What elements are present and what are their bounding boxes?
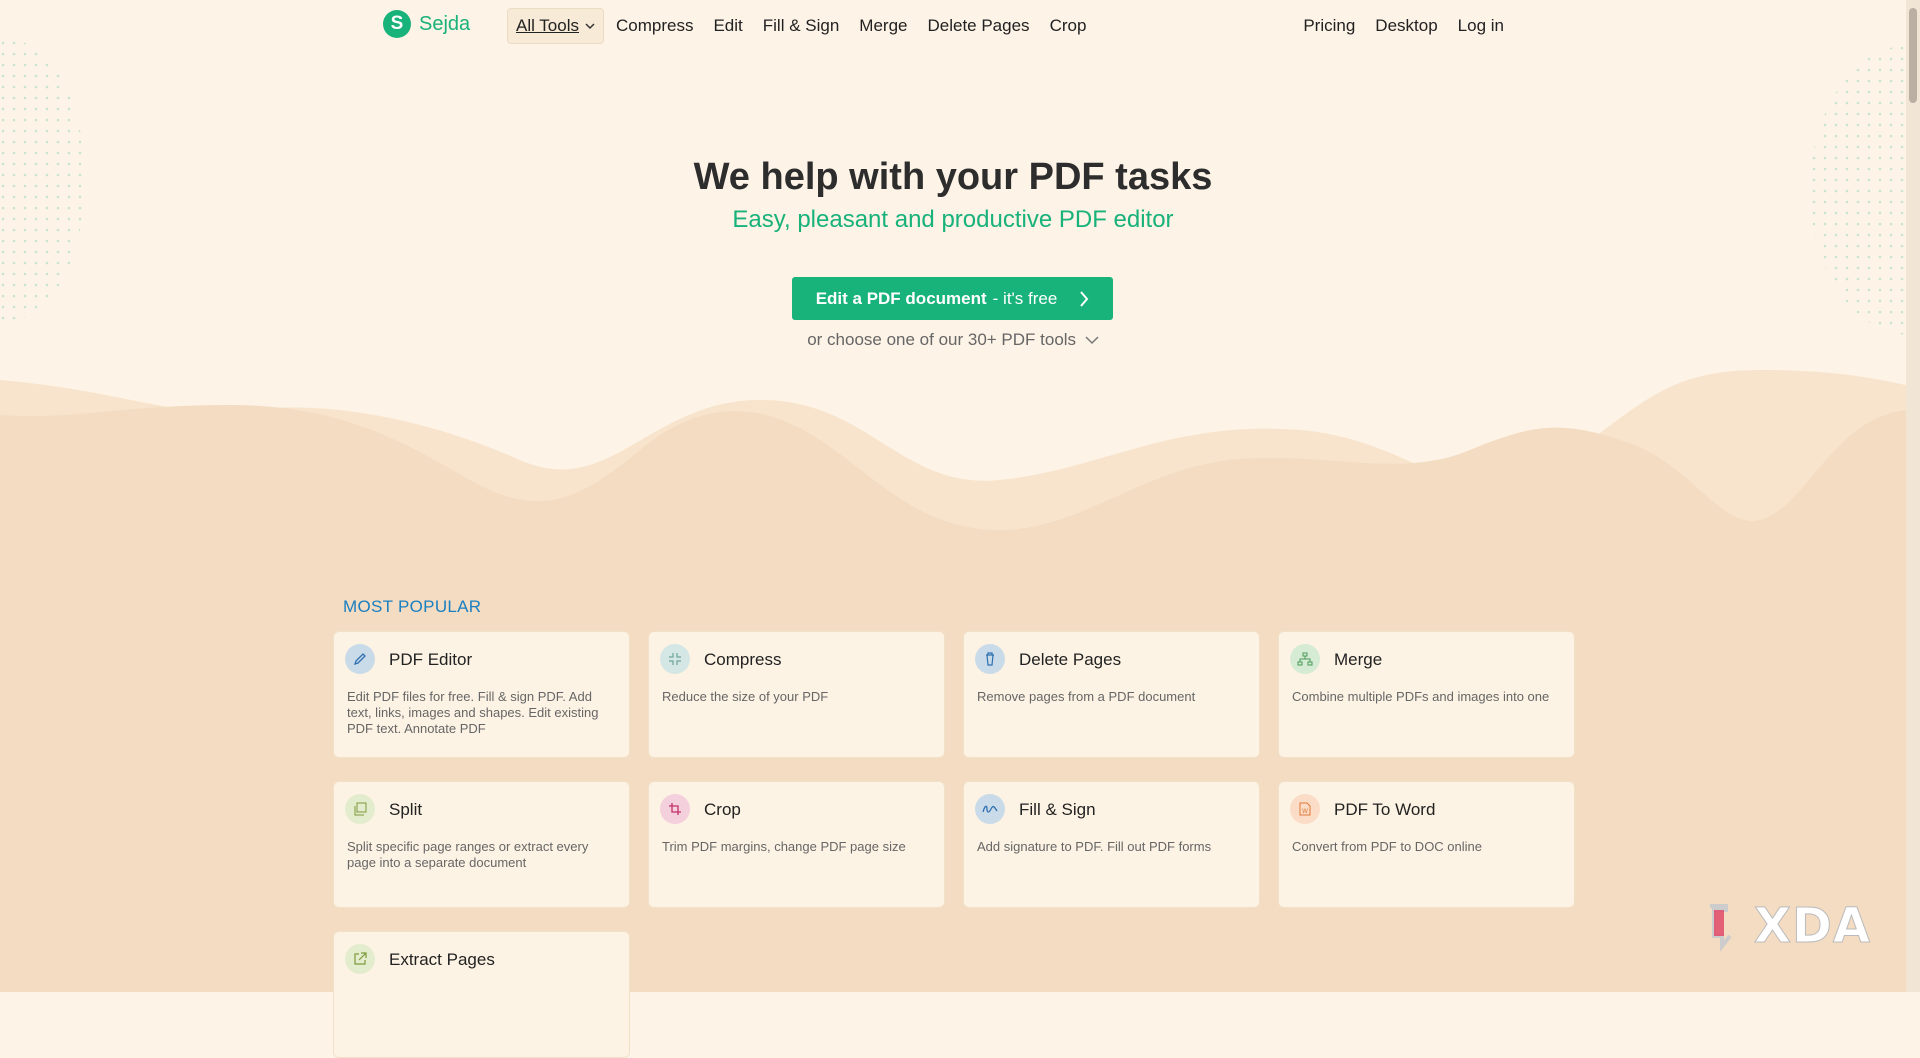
tool-card-crop[interactable]: Crop Trim PDF margins, change PDF page s…: [648, 781, 945, 908]
card-desc: Convert from PDF to DOC online: [1292, 839, 1483, 854]
nav-desktop[interactable]: Desktop: [1365, 8, 1447, 44]
background-waves: [0, 370, 1906, 992]
card-title: Extract Pages: [389, 950, 495, 969]
card-desc: Edit PDF files for free. Fill & sign PDF…: [347, 689, 599, 736]
trash-icon: [975, 644, 1005, 674]
hero-subtitle: Easy, pleasant and productive PDF editor: [732, 206, 1174, 233]
card-desc: Split specific page ranges or extract ev…: [347, 839, 589, 870]
tool-card-extract-pages[interactable]: Extract Pages: [333, 931, 630, 1058]
nav-pricing[interactable]: Pricing: [1293, 8, 1365, 44]
card-desc: Add signature to PDF. Fill out PDF forms: [977, 839, 1212, 854]
extract-icon: [345, 944, 375, 974]
top-header: S Sejda All Tools Compress Edit Fill & S…: [0, 0, 1906, 50]
tool-card-pdf-editor[interactable]: PDF Editor Edit PDF files for free. Fill…: [333, 631, 630, 758]
nav-fill-sign[interactable]: Fill & Sign: [753, 8, 850, 44]
xda-watermark: XDA: [1706, 898, 1871, 955]
scrollbar-thumb[interactable]: [1909, 8, 1917, 103]
compress-icon: [660, 644, 690, 674]
chevron-down-icon: [585, 22, 595, 29]
nav-all-tools-label: All Tools: [516, 16, 579, 35]
nav-all-tools[interactable]: All Tools: [507, 8, 604, 44]
choose-tools-link[interactable]: or choose one of our 30+ PDF tools: [0, 330, 1906, 350]
tool-card-fill-sign[interactable]: Fill & Sign Add signature to PDF. Fill o…: [963, 781, 1260, 908]
card-title: Compress: [704, 650, 782, 669]
most-popular-heading: MOST POPULAR: [343, 597, 482, 616]
tool-card-delete-pages[interactable]: Delete Pages Remove pages from a PDF doc…: [963, 631, 1260, 758]
tool-card-split[interactable]: Split Split specific page ranges or extr…: [333, 781, 630, 908]
tool-card-pdf-to-word[interactable]: W PDF To Word Convert from PDF to DOC on…: [1278, 781, 1575, 908]
nav-login[interactable]: Log in: [1448, 8, 1514, 44]
card-title: PDF To Word: [1334, 800, 1436, 819]
nav-edit[interactable]: Edit: [703, 8, 752, 44]
card-title: Fill & Sign: [1019, 800, 1096, 819]
split-icon: [345, 794, 375, 824]
card-desc: Combine multiple PDFs and images into on…: [1292, 689, 1550, 704]
chevron-right-icon: [1080, 290, 1089, 307]
card-title: Merge: [1334, 650, 1383, 669]
nav-merge[interactable]: Merge: [849, 8, 917, 44]
hero-title: We help with your PDF tasks: [693, 156, 1213, 198]
nav-crop[interactable]: Crop: [1040, 8, 1097, 44]
xda-text: XDA: [1754, 898, 1871, 955]
svg-text:W: W: [1302, 808, 1308, 815]
chevron-down-icon: [1085, 336, 1099, 345]
logo-mark-icon: S: [383, 10, 411, 38]
word-doc-icon: W: [1290, 794, 1320, 824]
edit-pdf-cta-button[interactable]: Edit a PDF document - it's free: [792, 277, 1113, 320]
cta-rest-label: - it's free: [992, 288, 1058, 308]
card-title: Crop: [704, 800, 741, 819]
nav-compress[interactable]: Compress: [606, 8, 703, 44]
sejda-logo[interactable]: S Sejda: [383, 10, 470, 38]
card-desc: Remove pages from a PDF document: [977, 689, 1196, 704]
card-desc: Reduce the size of your PDF: [662, 689, 829, 704]
main-nav: All Tools Compress Edit Fill & Sign Merg…: [507, 8, 1096, 44]
card-title: Delete Pages: [1019, 650, 1122, 669]
tool-card-compress[interactable]: Compress Reduce the size of your PDF: [648, 631, 945, 758]
page-scrollbar[interactable]: [1906, 0, 1920, 992]
cta-bold-label: Edit a PDF document: [815, 288, 987, 308]
tool-card-merge[interactable]: Merge Combine multiple PDFs and images i…: [1278, 631, 1575, 758]
nav-delete-pages[interactable]: Delete Pages: [917, 8, 1039, 44]
pencil-icon: [345, 644, 375, 674]
xda-logo-icon: [1710, 904, 1732, 952]
signature-icon: [975, 794, 1005, 824]
logo-text: Sejda: [419, 12, 471, 35]
nav-right: Pricing Desktop Log in: [1293, 8, 1514, 44]
merge-icon: [1290, 644, 1320, 674]
card-title: Split: [389, 800, 423, 819]
card-title: PDF Editor: [389, 650, 473, 669]
crop-icon: [660, 794, 690, 824]
card-desc: Trim PDF margins, change PDF page size: [662, 839, 906, 854]
choose-tools-label: or choose one of our 30+ PDF tools: [807, 330, 1077, 349]
